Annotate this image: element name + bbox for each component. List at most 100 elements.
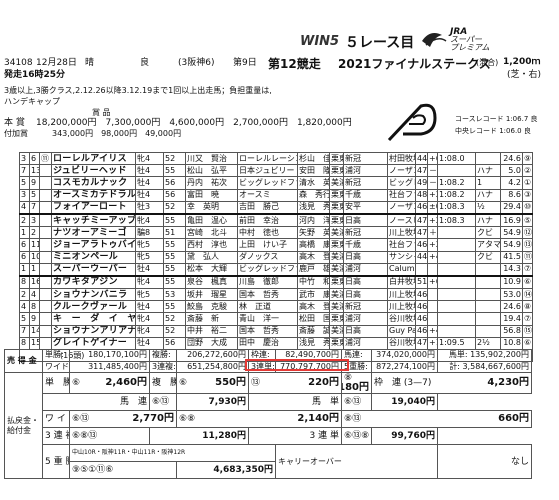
cell-farm: ノーザンファーム [387, 164, 416, 178]
umatan-label: 馬 単 [248, 393, 342, 411]
cell-bw [415, 262, 428, 277]
sanrenpuku-label: 3 連 複 [42, 427, 70, 445]
table-row: 59 コスモカルナック牡456丹内 祐次ビッグレッドファーム清水 英克美浦新冠ビッ… [19, 176, 533, 190]
cell-waku: 7 [19, 164, 30, 178]
cell-bw: 446 [415, 151, 428, 166]
cell-num: 9 [29, 176, 40, 190]
table-row: 611 ジョーアラトゥバイ牝555西村 淳也上田 けい子高橋 康之栗東千歳社台ファ… [19, 238, 533, 252]
tansho-label: 単 勝 [42, 372, 70, 394]
cell-farm: Calumet Farm [387, 262, 416, 277]
cell-farm: 社台ファーム [387, 238, 416, 252]
umatan-amount: 19,040円 [371, 393, 438, 411]
sales-wide-amount: 311,485,400円 [69, 360, 150, 373]
race-conditions-2: ハンデキャップ [4, 97, 60, 106]
cell-diff [427, 300, 438, 314]
wide-1-number: ⑥⑬ [72, 414, 90, 424]
fuka-label: 付加賞 [4, 129, 28, 138]
win5-note: 中山10R・阪神11R・中山11R・阪神12R [69, 444, 276, 462]
cell-jockey: 松山 弘平 [185, 164, 238, 178]
sales-win5-amount: 872,274,100円 [371, 360, 438, 373]
cell-reg: 栗東 [329, 200, 344, 215]
race-surface: (芝・右) [507, 70, 542, 80]
table-row: 24 ショウナンバニラ牝553坂井 瑠星国本 哲秀武市 康男美浦日高川上牧場466… [19, 288, 533, 302]
cell-margin [475, 151, 501, 166]
cell-pop: ⑦ [522, 312, 533, 326]
cell-sex: 牡4 [135, 300, 164, 314]
cell-time [437, 312, 476, 326]
sales-total-amount: 3,584,667,600円 [462, 361, 529, 371]
cell-reg: 美浦 [329, 250, 344, 264]
cell-trainer: 杉山 佳明 [297, 151, 330, 166]
cell-owner: 国本 哲秀 [237, 324, 298, 338]
fukusho-3-number: ⑧ [344, 373, 353, 384]
cell-wt: 52 [163, 324, 186, 338]
cell-margin: クビ [475, 226, 501, 240]
cell-mark [39, 336, 52, 351]
cell-margin: 1 [475, 176, 501, 190]
post-time: 発走16時25分 [4, 70, 66, 80]
cell-wt: 53 [163, 288, 186, 302]
cell-odds: 4.2 [500, 176, 523, 190]
cell-mark [39, 262, 52, 277]
cell-wt: 55 [163, 238, 186, 252]
cell-waku: 1 [19, 226, 30, 240]
cell-num: 16 [29, 274, 40, 290]
cell-pop: ⑥ [522, 336, 533, 351]
highlight-box [245, 359, 349, 371]
cell-name: ジュビリーヘッド [51, 164, 136, 178]
cell-farm: 川上牧場 [387, 300, 416, 314]
cell-mark [39, 226, 52, 240]
cell-odds: 5.0 [500, 164, 523, 178]
cell-time [437, 300, 476, 314]
cell-mark [39, 312, 52, 326]
race-distance: 1,200ｍ [503, 57, 540, 68]
cell-jockey: 団野 大成 [185, 336, 238, 351]
cell-margin [475, 288, 501, 302]
cell-pop: ⑭ [522, 288, 533, 302]
race-date: 12月28日 [36, 58, 77, 68]
cell-diff: +4 [427, 324, 438, 338]
win5-numbers: ⑨⑤①⑪⑥ [69, 461, 177, 479]
cell-margin: アタマ [475, 238, 501, 252]
fukusho-3-amount: 180円 [343, 382, 370, 393]
cell-odds: 29.4 [500, 200, 523, 215]
cell-mark [39, 324, 52, 338]
cell-bw: 468 [415, 238, 428, 252]
cell-diff: +14 [427, 336, 438, 351]
cell-name: ナツオーアミーゴ [51, 226, 136, 240]
wakuren-number: (3—7) [403, 378, 432, 388]
cell-bw: 466 [415, 324, 428, 338]
table-row: 59 キ ー ダ イ ヤ牝452斎藤 新青山 洋一松田 国英栗東浦河谷川牧場464… [19, 312, 533, 326]
cell-reg: 栗東 [329, 312, 344, 326]
race-weather: 晴 [85, 58, 95, 68]
sanrenpuku-amount: 11,280円 [149, 427, 249, 445]
cell-wt: 52 [163, 151, 186, 166]
cell-time: 1:08.0 [437, 151, 476, 166]
tansho-amount: 2,460円 [105, 377, 147, 388]
cell-pop: ① [522, 176, 533, 190]
cell-time: 1:08.2 [437, 188, 476, 202]
jra-logo-subtext: スーパー プレミアム [450, 35, 490, 52]
cell-trainer: 森 秀行 [297, 188, 330, 202]
cell-mark [39, 300, 52, 314]
race-track-condition: 良 [140, 58, 150, 68]
cell-trainer: 浅見 秀一 [297, 200, 330, 215]
cell-breeder: 浦河 [343, 262, 388, 277]
cell-diff: +20 [427, 238, 438, 252]
cell-sex: 牡4 [135, 336, 164, 351]
cell-jockey: 中井 裕二 [185, 324, 238, 338]
wide-3-number: ⑧⑬ [344, 414, 362, 424]
cell-time [437, 288, 476, 302]
race-venue: (3阪神6) [178, 58, 215, 68]
cell-trainer: 高木 登 [297, 300, 330, 314]
cell-name: ショウナンバニラ [51, 288, 136, 302]
honsho-prizes: 18,200,000円 7,300,000円 4,600,000円 2,700,… [36, 118, 352, 128]
cell-bw: 494 [415, 176, 428, 190]
cell-sex: 牡4 [135, 188, 164, 202]
cell-waku: 4 [19, 300, 30, 314]
cell-name: コスモカルナック [51, 176, 136, 190]
cell-pop: ⑩ [522, 200, 533, 215]
cell-jockey: 宮崎 北斗 [185, 226, 238, 240]
cell-waku: 8 [19, 274, 30, 290]
fukusho-2: ⑬ 220円 [248, 372, 342, 394]
